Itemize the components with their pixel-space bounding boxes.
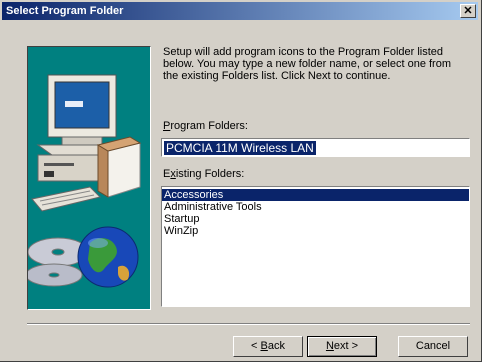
existing-folders-label: Existing Folders: bbox=[163, 168, 245, 180]
program-folders-label: Program Folders: bbox=[163, 120, 248, 132]
program-folder-input[interactable]: PCMCIA 11M Wireless LAN bbox=[161, 138, 470, 157]
program-folder-value: PCMCIA 11M Wireless LAN bbox=[164, 141, 316, 155]
cancel-button[interactable]: Cancel bbox=[398, 336, 468, 357]
title-bar: Select Program Folder ✕ bbox=[2, 2, 478, 20]
setup-illustration bbox=[27, 46, 151, 310]
list-item[interactable]: WinZip bbox=[162, 225, 469, 237]
window-title: Select Program Folder bbox=[6, 5, 124, 17]
divider bbox=[27, 323, 470, 325]
back-button[interactable]: < Back bbox=[233, 336, 303, 357]
list-item[interactable]: Accessories bbox=[162, 189, 469, 201]
list-item[interactable]: Administrative Tools bbox=[162, 201, 469, 213]
existing-folders-list[interactable]: Accessories Administrative Tools Startup… bbox=[161, 186, 470, 307]
close-icon: ✕ bbox=[463, 5, 473, 17]
next-button[interactable]: Next > bbox=[307, 336, 377, 357]
close-button[interactable]: ✕ bbox=[460, 4, 476, 18]
computer-icon bbox=[28, 74, 142, 288]
instructions-text: Setup will add program icons to the Prog… bbox=[163, 46, 451, 82]
list-item[interactable]: Startup bbox=[162, 213, 469, 225]
select-program-folder-dialog: Select Program Folder ✕ Setup will add p… bbox=[0, 0, 482, 362]
globe-icon bbox=[77, 226, 139, 288]
